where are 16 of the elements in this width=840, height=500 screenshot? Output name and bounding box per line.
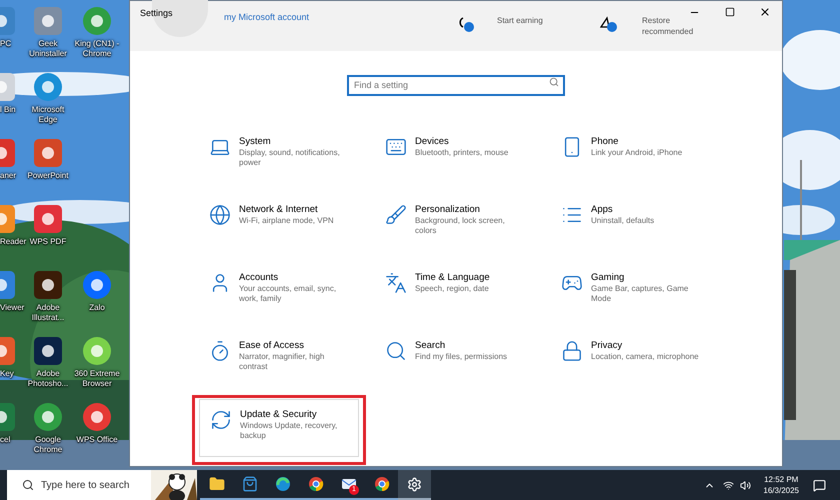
browser-icon xyxy=(308,476,324,492)
taskbar-search-field[interactable]: Type here to search xyxy=(7,470,197,500)
notification-icon[interactable] xyxy=(813,478,826,492)
volume-icon[interactable] xyxy=(740,480,752,490)
clock-time[interactable]: 12:52 PM xyxy=(764,474,798,485)
search-placeholder: Type here to search xyxy=(41,478,130,492)
mail-icon xyxy=(340,476,356,492)
browser-icon xyxy=(374,476,390,492)
globe-icon xyxy=(274,476,290,492)
clock-date[interactable]: 16/3/2025 xyxy=(763,485,799,496)
store-icon xyxy=(242,476,258,492)
folder-icon xyxy=(208,476,224,492)
network-icon[interactable] xyxy=(723,480,734,490)
taskbar-app[interactable] xyxy=(398,470,431,500)
settings-icon xyxy=(407,476,422,492)
search-icon xyxy=(22,479,34,491)
